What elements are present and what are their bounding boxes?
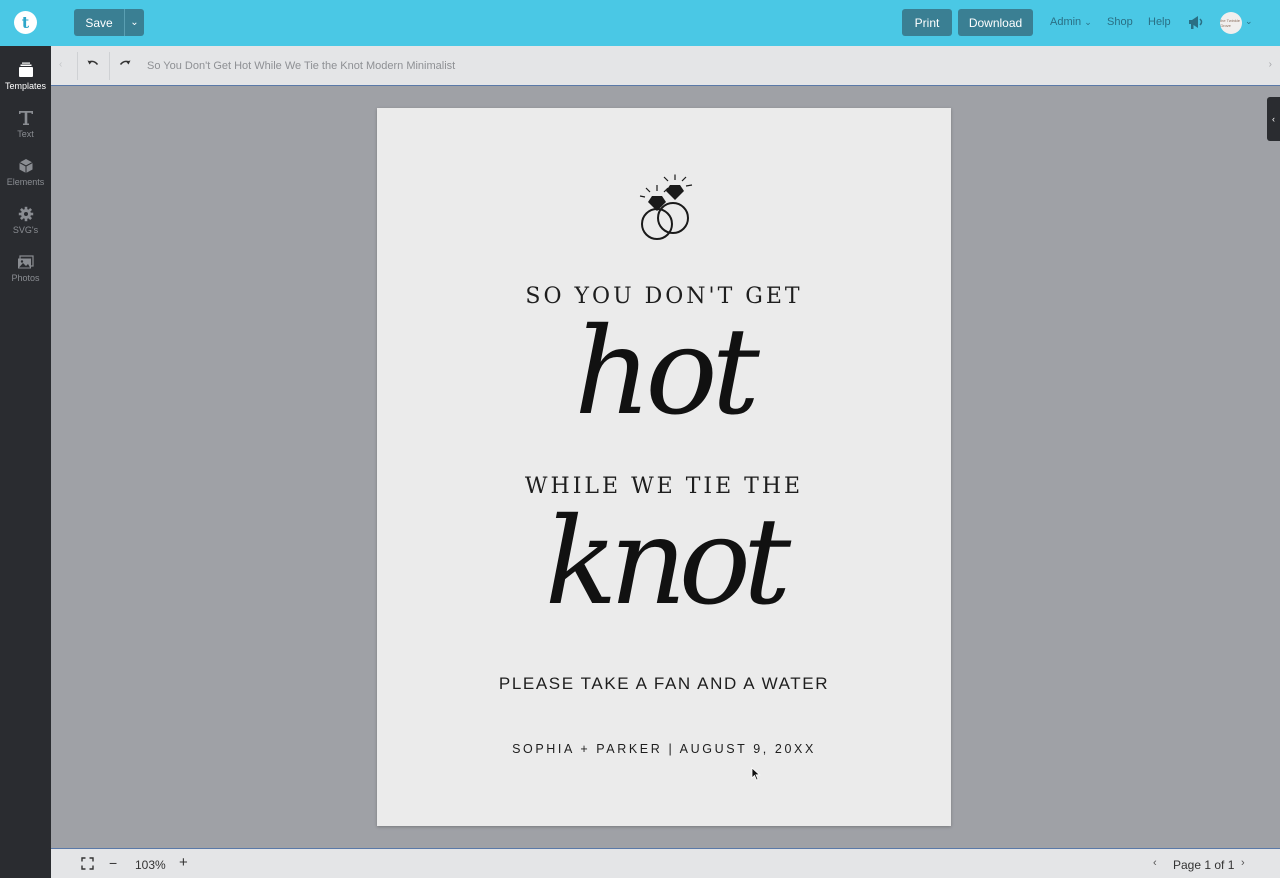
undo-icon[interactable] <box>85 57 101 73</box>
save-options-button[interactable]: ⌄ <box>124 9 144 36</box>
chevron-down-icon: ⌄ <box>1084 17 1092 27</box>
cube-icon <box>18 159 33 173</box>
zoom-in-button[interactable]: + <box>179 854 188 871</box>
script-word-hot[interactable]: hot <box>377 313 951 433</box>
redo-icon[interactable] <box>117 57 133 73</box>
document-title[interactable]: So You Don't Get Hot While We Tie the Kn… <box>147 60 455 72</box>
sidebar-item-label: Templates <box>4 81 47 91</box>
save-button-group: Save ⌄ <box>74 9 144 36</box>
wedding-rings-icon[interactable] <box>624 174 706 246</box>
help-link[interactable]: Help <box>1148 16 1171 28</box>
photo-icon <box>18 255 34 269</box>
previous-page-button[interactable]: ‹ <box>1153 857 1157 869</box>
avatar-text: the Twinkle Grove <box>1220 18 1240 28</box>
page-indicator: Page 1 of 1 <box>1173 858 1235 872</box>
megaphone-icon[interactable] <box>1187 14 1205 30</box>
admin-menu[interactable]: Admin ⌄ <box>1050 16 1092 28</box>
next-page-button[interactable]: › <box>1241 857 1245 869</box>
fit-screen-icon[interactable] <box>81 857 94 870</box>
print-button[interactable]: Print <box>902 9 952 36</box>
chevron-down-icon[interactable]: ⌄ <box>1245 16 1253 27</box>
mouse-cursor-icon <box>751 767 761 781</box>
chevron-left-icon: ‹ <box>1272 114 1275 124</box>
app-logo[interactable]: t <box>14 11 37 34</box>
sidebar-item-text[interactable]: Text <box>0 106 51 150</box>
divider <box>77 52 78 80</box>
sidebar-item-elements[interactable]: Elements <box>0 154 51 198</box>
panel-toggle[interactable]: ‹ <box>1267 97 1280 141</box>
save-button[interactable]: Save <box>74 9 124 36</box>
script-word-knot[interactable]: knot <box>377 503 951 623</box>
sidebar-item-templates[interactable]: Templates <box>0 58 51 102</box>
chevron-down-icon: ⌄ <box>130 17 139 28</box>
admin-menu-label: Admin <box>1050 16 1082 28</box>
sidebar-item-label: Text <box>17 129 34 139</box>
top-bar: t Save ⌄ Print Download Admin ⌄ Shop Hel… <box>0 0 1280 46</box>
divider <box>109 52 110 80</box>
sidebar-item-label: SVG's <box>12 225 39 235</box>
shop-link[interactable]: Shop <box>1107 16 1133 28</box>
text-icon <box>18 111 33 125</box>
editor-toolbar: ‹ So You Don't Get Hot While We Tie the … <box>51 46 1280 86</box>
layers-icon <box>18 62 33 77</box>
instruction-text[interactable]: PLEASE TAKE A FAN AND A WATER <box>377 674 951 694</box>
sidebar-item-photos[interactable]: Photos <box>0 250 51 294</box>
zoom-level: 103% <box>135 858 166 872</box>
gear-icon <box>18 206 33 222</box>
zoom-out-button[interactable]: − <box>109 855 117 871</box>
download-button[interactable]: Download <box>958 9 1033 36</box>
avatar[interactable]: the Twinkle Grove <box>1220 12 1242 34</box>
sidebar-item-label: Photos <box>11 273 40 283</box>
status-bar: − 103% + ‹ Page 1 of 1 › <box>51 848 1280 878</box>
sidebar-item-label: Elements <box>6 177 45 187</box>
sidebar-item-svgs[interactable]: SVG's <box>0 202 51 246</box>
chevron-right-icon[interactable]: › <box>1269 59 1272 70</box>
sidebar: Templates Text Elements SVG's Photos <box>0 46 51 878</box>
couple-date-text[interactable]: SOPHIA + PARKER | AUGUST 9, 20XX <box>377 742 951 756</box>
design-page[interactable]: SO YOU DON'T GET hot WHILE WE TIE THE kn… <box>377 108 951 826</box>
chevron-left-icon[interactable]: ‹ <box>59 59 62 70</box>
